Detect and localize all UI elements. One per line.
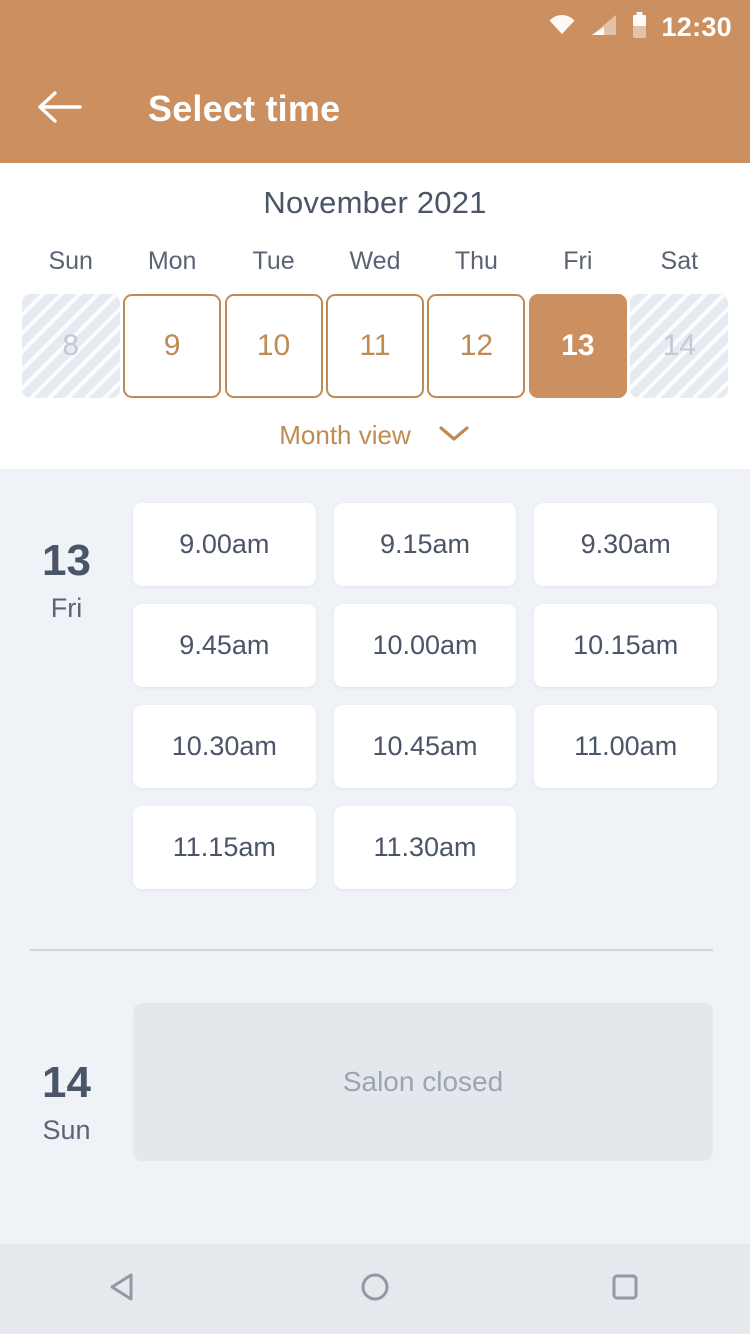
time-slot[interactable]: 10.45am <box>333 705 517 788</box>
time-slot-grid: 9.00am 9.15am 9.30am 9.45am 10.00am 10.1… <box>133 503 750 889</box>
chevron-down-icon <box>437 423 471 448</box>
time-slot[interactable]: 9.00am <box>133 503 316 586</box>
schedule-day-number: 14 <box>42 1058 91 1107</box>
calendar-day-14: 14 <box>630 294 729 398</box>
nav-recents-button[interactable] <box>580 1244 670 1334</box>
select-time-screen: 12:30 Select time November 2021 Sun Mon … <box>0 0 750 1334</box>
nav-back-button[interactable] <box>80 1244 170 1334</box>
calendar-day-12[interactable]: 12 <box>427 294 526 398</box>
schedule-day-number: 13 <box>42 536 91 585</box>
time-slot[interactable]: 9.45am <box>133 604 316 687</box>
status-bar-clock: 12:30 <box>661 12 732 42</box>
back-button[interactable] <box>34 83 86 135</box>
calendar-days-row: 8 9 10 11 12 13 14 <box>0 294 750 398</box>
time-slot[interactable]: 11.15am <box>133 806 316 889</box>
triangle-back-icon <box>106 1268 144 1311</box>
schedule-day-name: Sun <box>42 1115 91 1145</box>
battery-icon <box>631 12 648 43</box>
nav-home-button[interactable] <box>330 1244 420 1334</box>
day-cell: 14 <box>629 294 730 398</box>
weekday-header: Wed <box>349 247 401 275</box>
day-cell: 8 <box>20 294 121 398</box>
weekday-header: Fri <box>563 247 593 275</box>
month-view-label: Month view <box>279 420 411 450</box>
weekday-header: Mon <box>147 247 197 275</box>
day-cell: 11 <box>324 294 425 398</box>
weekday-header: Sat <box>660 247 699 275</box>
circle-home-icon <box>356 1268 394 1311</box>
time-slot[interactable]: 10.15am <box>534 604 717 687</box>
wifi-icon <box>547 13 577 42</box>
app-bar: Select time <box>0 55 750 163</box>
day-cell: 10 <box>223 294 324 398</box>
calendar-month-title: November 2021 <box>263 185 487 220</box>
schedule-day-group-13: 13 Fri 9.00am 9.15am 9.30am 9.45am 10.00… <box>0 469 750 889</box>
cellular-signal-icon <box>590 13 618 42</box>
schedule-day-label: 14 Sun <box>0 1003 133 1161</box>
square-recents-icon <box>606 1268 644 1311</box>
time-slot[interactable]: 9.15am <box>333 503 517 586</box>
month-view-toggle[interactable]: Month view <box>0 420 750 451</box>
status-bar: 12:30 <box>0 0 750 55</box>
calendar-panel: November 2021 Sun Mon Tue Wed Thu Fri Sa… <box>0 163 750 469</box>
schedule-body: 13 Fri 9.00am 9.15am 9.30am 9.45am 10.00… <box>0 469 750 1244</box>
time-slot[interactable]: 9.30am <box>534 503 717 586</box>
calendar-day-13-selected[interactable]: 13 <box>528 294 627 398</box>
weekday-header: Sun <box>48 247 93 275</box>
time-slot[interactable]: 11.00am <box>534 705 717 788</box>
salon-closed-card: Salon closed <box>133 1003 713 1161</box>
weekday-header: Thu <box>454 247 498 275</box>
arrow-left-icon <box>38 90 82 129</box>
android-nav-bar <box>0 1244 750 1334</box>
schedule-day-label: 13 Fri <box>0 503 133 889</box>
weekday-header-row: Sun Mon Tue Wed Thu Fri Sat <box>0 247 750 276</box>
schedule-day-group-14: 14 Sun Salon closed <box>0 951 750 1161</box>
calendar-day-10[interactable]: 10 <box>224 294 323 398</box>
page-title: Select time <box>148 88 341 129</box>
calendar-day-8: 8 <box>21 294 120 398</box>
day-cell: 12 <box>426 294 527 398</box>
calendar-day-9[interactable]: 9 <box>123 294 222 398</box>
time-slot[interactable]: 10.00am <box>333 604 517 687</box>
day-cell: 9 <box>121 294 222 398</box>
weekday-header: Tue <box>252 247 295 275</box>
calendar-day-11[interactable]: 11 <box>325 294 424 398</box>
schedule-day-name: Fri <box>50 593 83 623</box>
day-cell: 13 <box>527 294 628 398</box>
time-slot[interactable]: 10.30am <box>133 705 316 788</box>
time-slot[interactable]: 11.30am <box>333 806 517 889</box>
